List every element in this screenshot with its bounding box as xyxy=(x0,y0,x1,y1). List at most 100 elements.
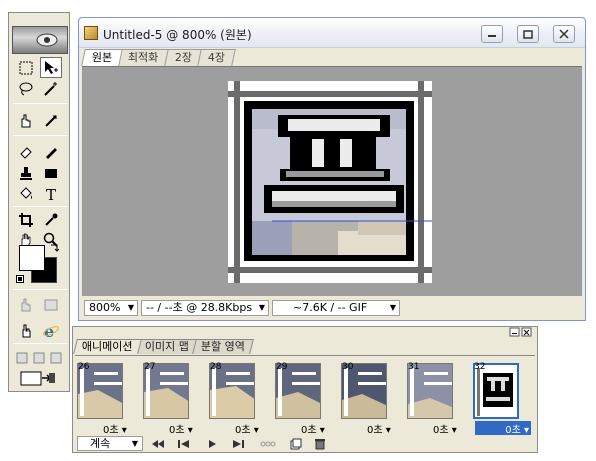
looping-options-dropdown[interactable]: 계속 ▼ xyxy=(77,436,143,451)
document-view-tabs: 원본 최적화 2장 4장 xyxy=(81,49,236,67)
tab-4-up[interactable]: 4장 xyxy=(196,49,236,66)
chevron-down-icon: ▼ xyxy=(131,439,138,448)
delete-frame-button[interactable] xyxy=(311,437,329,450)
panel-window-controls[interactable] xyxy=(509,327,533,337)
maximize-icon xyxy=(523,29,533,39)
animation-frame[interactable]: 29 0초 ▾ xyxy=(273,359,335,436)
screen-mode-icon xyxy=(16,352,28,363)
frame-number: 27 xyxy=(144,362,156,372)
frame-delay[interactable]: 0초 ▾ xyxy=(103,421,127,436)
slice-select-tool[interactable] xyxy=(40,110,62,131)
animation-controls-bar: 계속 ▼ xyxy=(75,435,535,452)
screen-mode-icon xyxy=(50,352,62,363)
toggle-slice-visibility[interactable] xyxy=(15,294,37,315)
eraser-icon xyxy=(20,146,32,159)
pencil-tool[interactable] xyxy=(40,141,62,162)
move-tool[interactable] xyxy=(40,57,62,78)
document-title: Untitled-5 @ 800% (원본) xyxy=(103,28,252,42)
preview-in-browser-button[interactable]: e xyxy=(40,320,62,341)
crop-slice-tool[interactable] xyxy=(15,110,37,131)
standard-screen-mode[interactable] xyxy=(14,347,30,368)
animation-panel: 애니메이션 이미지 맵 분할 영역 26 0초 ▾ 27 0초 ▾ 28 0초 … xyxy=(72,326,538,453)
animation-frame-selected[interactable]: 32 0초 ▾ xyxy=(471,359,533,436)
rectangle-marquee-tool[interactable] xyxy=(15,57,37,78)
svg-text:T: T xyxy=(46,186,56,202)
step-back-icon xyxy=(178,439,189,448)
maximize-button[interactable] xyxy=(517,25,539,43)
zoom-level-value: 800% xyxy=(89,301,121,314)
tab-optimized[interactable]: 최적화 xyxy=(117,49,170,66)
type-tool[interactable]: T xyxy=(40,183,62,204)
tab-animation[interactable]: 애니메이션 xyxy=(73,339,142,354)
internet-explorer-icon: e xyxy=(43,322,59,340)
minimize-button[interactable] xyxy=(481,25,503,43)
file-size-dropdown[interactable]: ~7.6K / -- GIF ▼ xyxy=(272,300,400,316)
animation-frame[interactable]: 27 0초 ▾ xyxy=(141,359,203,436)
tween-button[interactable] xyxy=(259,437,277,450)
knife-icon xyxy=(45,114,57,127)
jump-to-app-icon xyxy=(20,371,55,385)
preview-document-button[interactable] xyxy=(15,320,37,341)
rectangle-shape-icon xyxy=(45,168,57,178)
crop-tool[interactable] xyxy=(15,209,37,230)
lasso-icon xyxy=(19,82,33,95)
step-forward-icon xyxy=(233,439,244,448)
paint-bucket-icon xyxy=(20,186,32,199)
frame-delay[interactable]: 0초 ▾ xyxy=(169,421,193,436)
imageready-logo[interactable] xyxy=(12,26,68,54)
slice-hand-icon xyxy=(21,298,31,311)
tab-image-map[interactable]: 이미지 맵 xyxy=(135,339,198,354)
animation-frame[interactable]: 31 0초 ▾ xyxy=(405,359,467,436)
lasso-tool[interactable] xyxy=(15,78,37,99)
full-screen-menu-mode[interactable] xyxy=(31,347,47,368)
animation-panel-tabs: 애니메이션 이미지 맵 분할 영역 xyxy=(73,339,254,355)
tab-slices[interactable]: 분할 영역 xyxy=(191,339,254,354)
zoom-level-dropdown[interactable]: 800% ▼ xyxy=(84,300,138,316)
play-button[interactable] xyxy=(203,437,221,450)
panel-titlebar[interactable] xyxy=(73,327,537,338)
duplicate-frame-button[interactable] xyxy=(287,437,305,450)
close-button[interactable] xyxy=(553,25,575,43)
frame-delay[interactable]: 0초 ▾ xyxy=(433,421,457,436)
eye-logo-icon xyxy=(36,33,58,47)
download-time-value: -- / --초 @ 28.8Kbps xyxy=(146,301,253,314)
magic-wand-tool[interactable] xyxy=(40,78,62,99)
frame-delay[interactable]: 0초 ▾ xyxy=(367,421,391,436)
magic-wand-icon xyxy=(44,81,57,96)
frame-delay[interactable]: 0초 ▾ xyxy=(475,421,531,436)
document-icon xyxy=(84,26,98,40)
document-window: Untitled-5 @ 800% (원본) 원본 최적화 2장 4장 800%… xyxy=(78,17,586,321)
crop-icon xyxy=(19,212,33,227)
clone-stamp-tool[interactable] xyxy=(15,162,37,183)
jump-to-photoshop-button[interactable] xyxy=(15,367,61,388)
frame-number: 29 xyxy=(276,362,288,372)
document-titlebar[interactable]: Untitled-5 @ 800% (원본) xyxy=(79,18,585,48)
canvas-area[interactable] xyxy=(82,66,582,296)
image-canvas[interactable] xyxy=(228,81,432,283)
swap-colors-icon[interactable] xyxy=(49,242,61,254)
eyedropper-tool[interactable] xyxy=(40,209,62,230)
animation-frame[interactable]: 30 0초 ▾ xyxy=(339,359,401,436)
document-status-bar: 800% ▼ -- / --초 @ 28.8Kbps ▼ ~7.6K / -- … xyxy=(82,297,582,318)
next-frame-button[interactable] xyxy=(229,437,247,450)
frame-delay[interactable]: 0초 ▾ xyxy=(235,421,259,436)
pointer-hand-icon xyxy=(22,324,31,337)
default-colors-icon[interactable] xyxy=(16,275,24,283)
toolbox-divider xyxy=(13,206,67,207)
chevron-down-icon: ▼ xyxy=(258,303,265,312)
rectangle-shape-tool[interactable] xyxy=(40,162,62,183)
marquee-icon xyxy=(19,61,33,74)
previous-frame-button[interactable] xyxy=(175,437,193,450)
download-time-dropdown[interactable]: -- / --초 @ 28.8Kbps ▼ xyxy=(141,300,269,316)
full-screen-mode[interactable] xyxy=(48,347,64,368)
toggle-image-map-visibility[interactable] xyxy=(40,294,62,315)
minimize-icon xyxy=(488,35,496,37)
eraser-tool[interactable] xyxy=(15,141,37,162)
animation-frame[interactable]: 26 0초 ▾ xyxy=(75,359,137,436)
animation-frame[interactable]: 28 0초 ▾ xyxy=(207,359,269,436)
foreground-color-swatch[interactable] xyxy=(19,245,45,271)
first-frame-button[interactable] xyxy=(149,437,167,450)
paint-bucket-tool[interactable] xyxy=(15,183,37,204)
frame-delay[interactable]: 0초 ▾ xyxy=(301,421,325,436)
tab-original[interactable]: 원본 xyxy=(81,49,124,66)
